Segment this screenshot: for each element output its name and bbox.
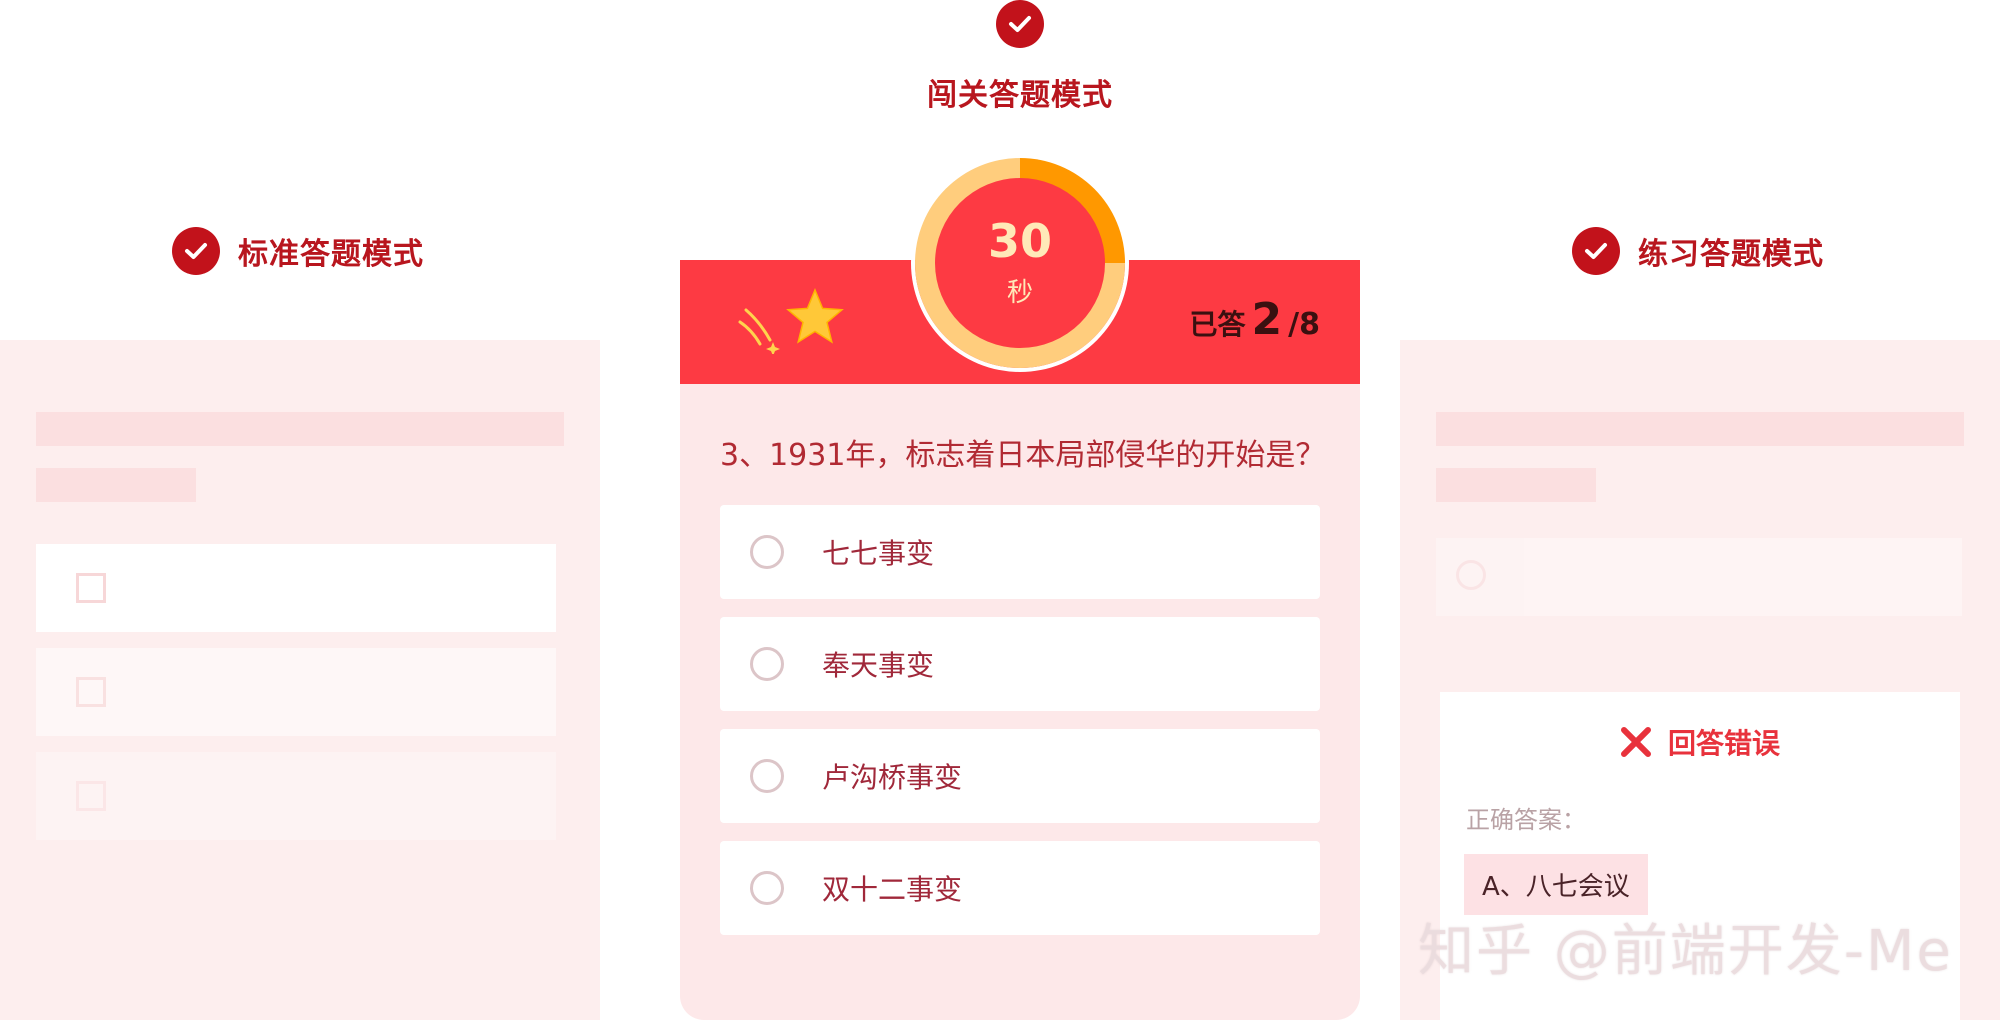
radio-icon[interactable] (750, 759, 784, 793)
standard-mode-title: 标准答题模式 (238, 237, 424, 272)
standard-mode-header[interactable]: 标准答题模式 (172, 227, 424, 275)
timer-value: 30 (987, 213, 1052, 268)
skeleton-subtitle-bar (36, 468, 196, 502)
skeleton-title-bar (36, 412, 564, 446)
checkbox-icon (76, 781, 106, 811)
skeleton-title-bar (1436, 412, 1964, 446)
skeleton-option (36, 544, 556, 632)
correct-answer-label: 正确答案： (1466, 806, 1586, 834)
check-icon (172, 227, 220, 275)
radio-icon[interactable] (750, 535, 784, 569)
practice-mode-header[interactable]: 练习答题模式 (1572, 227, 1824, 275)
option-label: 奉天事变 (822, 649, 935, 682)
timer-unit: 秒 (1006, 277, 1033, 308)
radio-icon (1456, 560, 1486, 590)
option-label: 双十二事变 (822, 873, 963, 906)
countdown-timer: 30 秒 (915, 158, 1125, 368)
result-status-text: 回答错误 (1668, 727, 1781, 760)
star-icon (786, 288, 844, 344)
answered-current: 2 (1251, 294, 1283, 345)
close-x-icon (1621, 727, 1651, 757)
question-text: 3、1931年，标志着日本局部侵华的开始是？ (720, 438, 1326, 473)
skeleton-option (1436, 538, 1962, 616)
challenge-mode-check-icon (996, 0, 1044, 48)
answered-total: /8 (1288, 307, 1320, 342)
practice-mode-title: 练习答题模式 (1638, 237, 1824, 272)
answer-option-2[interactable]: 奉天事变 (720, 617, 1320, 711)
radio-icon[interactable] (750, 647, 784, 681)
skeleton-option (36, 648, 556, 736)
check-icon (1572, 227, 1620, 275)
answer-option-1[interactable]: 七七事变 (720, 505, 1320, 599)
answer-option-3[interactable]: 卢沟桥事变 (720, 729, 1320, 823)
answered-progress: 已答 2 /8 (1190, 294, 1320, 345)
option-label: 七七事变 (822, 537, 935, 570)
option-label: 卢沟桥事变 (822, 761, 963, 794)
skeleton-subtitle-bar (1436, 468, 1596, 502)
challenge-mode-title: 闯关答题模式 (927, 78, 1113, 113)
radio-icon[interactable] (750, 871, 784, 905)
answer-option-4[interactable]: 双十二事变 (720, 841, 1320, 935)
skeleton-option (36, 752, 556, 840)
watermark: 知乎 @前端开发-Me (1418, 919, 1953, 984)
standard-mode-panel (0, 340, 600, 1020)
timer-ring: 30 秒 (915, 158, 1125, 368)
checkbox-icon (76, 573, 106, 603)
answered-label: 已答 (1189, 308, 1246, 341)
sparkle-icon (738, 308, 780, 354)
result-status: 回答错误 (1618, 722, 1780, 762)
checkbox-icon (76, 677, 106, 707)
